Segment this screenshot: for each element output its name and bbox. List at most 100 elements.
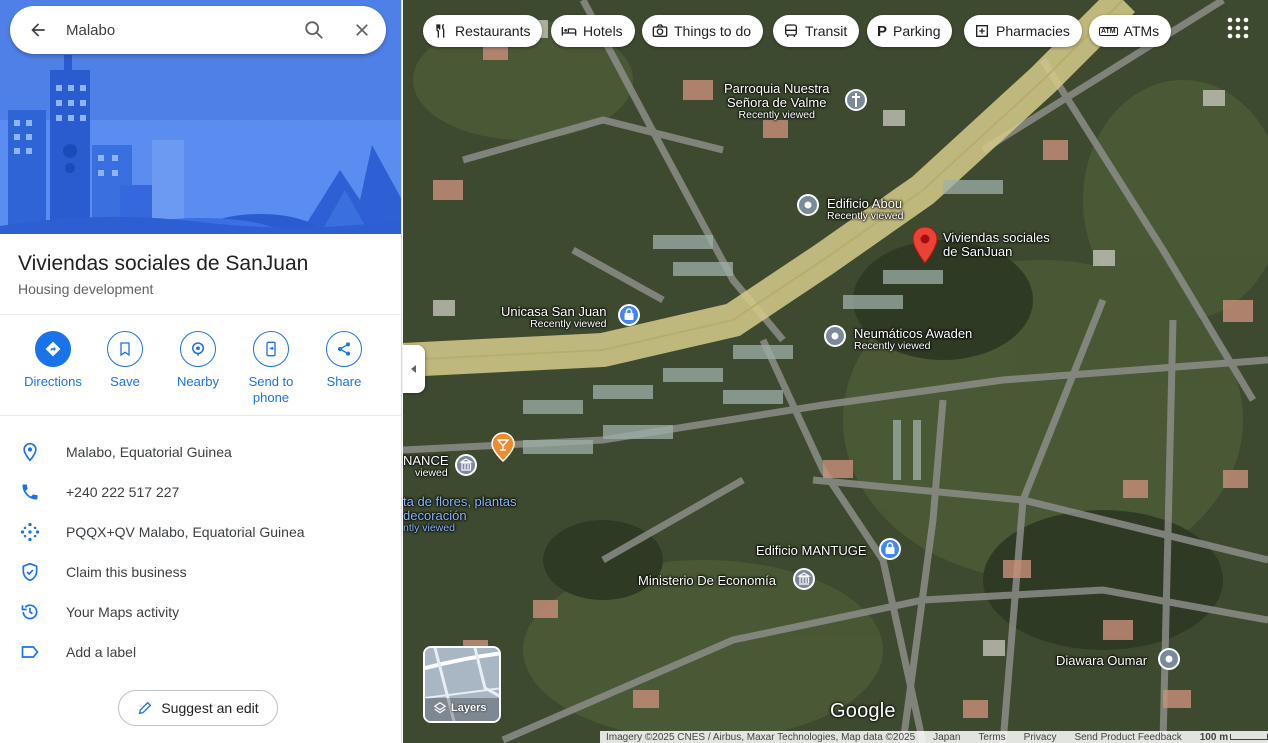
scale-label[interactable]: 100 m bbox=[1200, 732, 1228, 743]
government-icon bbox=[793, 568, 815, 590]
info-row-plus-code[interactable]: PQQX+QV Malabo, Equatorial Guinea bbox=[0, 512, 401, 552]
history-icon bbox=[21, 604, 38, 620]
search-input[interactable] bbox=[66, 21, 290, 39]
save-button[interactable]: Save bbox=[85, 331, 165, 390]
nearby-icon bbox=[180, 331, 216, 367]
chip-transit[interactable]: Transit bbox=[773, 15, 860, 47]
map-canvas[interactable]: Parroquia Nuestra Señora de Valme Recentl… bbox=[403, 0, 1268, 743]
chip-things-to-do[interactable]: Things to do bbox=[642, 15, 764, 47]
search-icon bbox=[305, 21, 323, 39]
info-row-address[interactable]: Malabo, Equatorial Guinea bbox=[0, 432, 401, 472]
share-label: Share bbox=[326, 374, 362, 389]
fork-knife-icon bbox=[436, 23, 445, 38]
chip-hotels[interactable]: Hotels bbox=[551, 15, 635, 47]
chip-atms-label: ATMs bbox=[1123, 23, 1160, 39]
atm-icon: ATM bbox=[1099, 26, 1118, 36]
edificio-abou-name: Edificio Abou bbox=[827, 196, 903, 211]
edificio-abou-pin[interactable] bbox=[796, 193, 820, 228]
place-panel: Viviendas sociales de SanJuan Housing de… bbox=[0, 0, 402, 743]
footer-terms[interactable]: Terms bbox=[978, 732, 1005, 743]
mantuge-pin[interactable] bbox=[878, 537, 902, 566]
share-icon bbox=[326, 331, 362, 367]
plus-code-icon bbox=[20, 522, 40, 542]
neumaticos-label[interactable]: Neumáticos Awaden Recently viewed bbox=[854, 327, 972, 352]
location-pin-icon bbox=[23, 442, 37, 462]
action-buttons: Directions Save Nearby Send to phone Sha… bbox=[0, 331, 401, 411]
chip-parking-label: Parking bbox=[893, 23, 941, 39]
arrow-back-icon bbox=[31, 23, 45, 37]
info-row-label[interactable]: Add a label bbox=[0, 632, 401, 672]
chip-atms[interactable]: ATM ATMs bbox=[1089, 15, 1172, 47]
nearby-button[interactable]: Nearby bbox=[158, 331, 238, 390]
send-to-phone-button[interactable]: Send to phone bbox=[231, 331, 311, 406]
search-button[interactable] bbox=[290, 6, 338, 54]
place-title: Viviendas sociales de SanJuan bbox=[18, 252, 309, 275]
nance-name: NANCE bbox=[403, 453, 449, 468]
chip-restaurants[interactable]: Restaurants bbox=[423, 15, 543, 47]
chip-pharmacies[interactable]: Pharmacies bbox=[964, 15, 1082, 47]
flores-label[interactable]: ta de flores, plantas decoración ntly vie… bbox=[403, 495, 516, 534]
bar-pin[interactable] bbox=[490, 432, 516, 467]
info-row-activity[interactable]: Your Maps activity bbox=[0, 592, 401, 632]
imagery-attribution: Imagery ©2025 CNES / Airbus, Maxar Techn… bbox=[606, 731, 916, 743]
save-label: Save bbox=[110, 374, 140, 389]
label-text: Add a label bbox=[66, 644, 137, 660]
viviendas-label[interactable]: Viviendas sociales de SanJuan bbox=[943, 231, 1050, 259]
label-icon bbox=[21, 646, 39, 658]
chip-restaurants-label: Restaurants bbox=[455, 23, 531, 39]
scale-bar bbox=[1230, 734, 1268, 740]
neumaticos-pin[interactable] bbox=[823, 324, 847, 359]
shield-check-icon bbox=[22, 562, 38, 582]
directions-icon bbox=[35, 331, 71, 367]
church-icon bbox=[845, 89, 867, 111]
footer-feedback[interactable]: Send Product Feedback bbox=[1074, 732, 1181, 743]
apps-button[interactable] bbox=[1227, 17, 1249, 39]
layers-button[interactable]: Layers bbox=[423, 646, 501, 723]
chip-parking[interactable]: P Parking bbox=[867, 15, 953, 47]
info-row-claim[interactable]: Claim this business bbox=[0, 552, 401, 592]
footer-privacy[interactable]: Privacy bbox=[1024, 732, 1057, 743]
collapse-panel-button[interactable] bbox=[403, 345, 425, 393]
divider bbox=[0, 314, 401, 315]
red-marker-icon bbox=[912, 226, 938, 264]
ministerio-pin[interactable] bbox=[792, 567, 816, 596]
layers-label-wrap: Layers bbox=[433, 701, 486, 715]
diawara-pin[interactable] bbox=[1157, 647, 1181, 682]
back-button[interactable] bbox=[10, 6, 66, 54]
parroquia-label[interactable]: Parroquia Nuestra Señora de Valme Recentl… bbox=[724, 82, 830, 121]
directions-button[interactable]: Directions bbox=[13, 331, 93, 390]
chip-transit-label: Transit bbox=[805, 23, 848, 39]
nance-recent: viewed bbox=[415, 467, 448, 479]
unicasa-label[interactable]: Unicasa San Juan Recently viewed bbox=[501, 305, 607, 330]
cocktail-icon bbox=[491, 432, 515, 463]
shopping-bag-icon bbox=[618, 304, 640, 326]
suggest-edit-button[interactable]: Suggest an edit bbox=[118, 690, 278, 726]
place-pin-icon bbox=[797, 194, 819, 216]
info-row-phone[interactable]: +240 222 517 227 bbox=[0, 472, 401, 512]
unicasa-pin[interactable] bbox=[617, 303, 641, 332]
close-icon bbox=[356, 24, 368, 36]
nance-pin[interactable] bbox=[454, 453, 478, 482]
mantuge-label[interactable]: Edificio MANTUGE bbox=[756, 544, 867, 558]
bed-icon bbox=[561, 27, 577, 36]
divider bbox=[0, 415, 401, 416]
phone-text: +240 222 517 227 bbox=[66, 484, 180, 500]
caret-left-icon bbox=[411, 365, 416, 373]
pharmacy-icon bbox=[976, 25, 988, 37]
footer-japan[interactable]: Japan bbox=[933, 732, 960, 743]
place-category[interactable]: Housing development bbox=[18, 281, 153, 297]
selected-place-pin[interactable] bbox=[911, 226, 939, 269]
edificio-abou-recent: Recently viewed bbox=[827, 210, 904, 222]
clear-search-button[interactable] bbox=[338, 6, 386, 54]
parroquia-name: Parroquia Nuestra Señora de Valme bbox=[724, 81, 830, 110]
satellite-imagery bbox=[403, 0, 1268, 743]
diawara-label[interactable]: Diawara Oumar bbox=[1056, 654, 1147, 668]
pencil-icon bbox=[139, 701, 152, 715]
share-button[interactable]: Share bbox=[304, 331, 384, 390]
ministerio-label[interactable]: Ministerio De Economía bbox=[638, 574, 776, 588]
edificio-abou-label[interactable]: Edificio Abou Recently viewed bbox=[827, 197, 903, 222]
neumaticos-name: Neumáticos Awaden bbox=[854, 326, 973, 341]
suggest-edit-label: Suggest an edit bbox=[161, 700, 259, 716]
church-pin[interactable] bbox=[844, 88, 868, 123]
nance-label[interactable]: NANCE viewed bbox=[403, 454, 449, 479]
